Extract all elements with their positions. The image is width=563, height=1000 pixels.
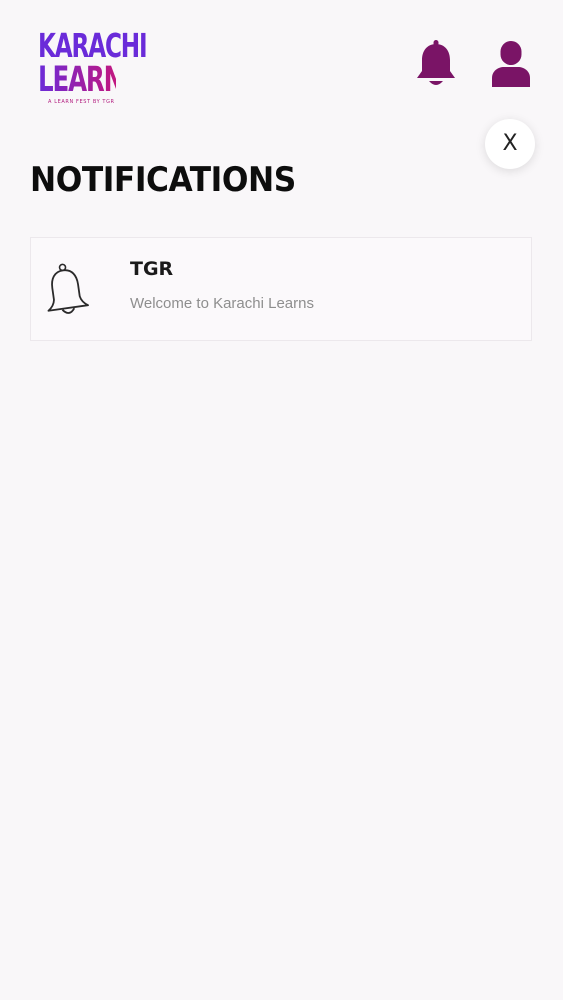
notification-title: TGR	[130, 258, 174, 280]
logo-line-learns: LEARNS	[38, 60, 141, 100]
close-notifications-button[interactable]: X	[485, 119, 535, 169]
notification-item[interactable]: TGR Welcome to Karachi Learns	[30, 237, 532, 341]
karachi-learns-logo[interactable]: KARACHI LEARNS A LEARN FEST BY TGR	[38, 26, 148, 110]
page-title: NOTIFICATIONS	[30, 160, 296, 200]
logo-tagline: A LEARN FEST BY TGR	[48, 99, 115, 105]
user-icon	[492, 41, 530, 87]
bell-outline-icon	[43, 262, 91, 320]
notifications-bell-icon[interactable]	[414, 39, 458, 89]
profile-user-icon[interactable]	[490, 40, 532, 88]
logo-line-karachi: KARACHI	[38, 26, 148, 65]
bell-icon	[417, 40, 455, 85]
notifications-page: KARACHI LEARNS A LEARN FEST BY TGR X NOT…	[0, 0, 563, 1000]
notification-message: Welcome to Karachi Learns	[130, 295, 314, 312]
